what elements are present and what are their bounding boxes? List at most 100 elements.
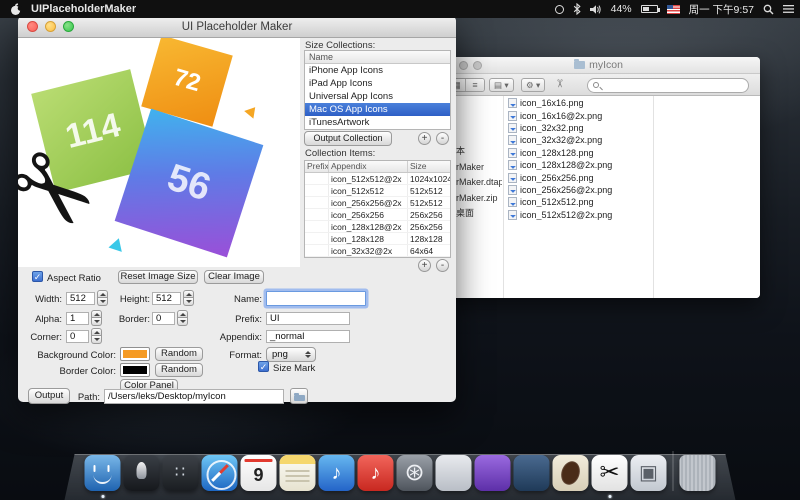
- notification-center-icon[interactable]: [783, 4, 794, 14]
- collection-item-row[interactable]: icon_256x256@2x512x512: [305, 197, 450, 209]
- size-column-header[interactable]: Size: [408, 161, 450, 172]
- remove-collection-button[interactable]: -: [436, 132, 449, 145]
- height-stepper[interactable]: [183, 290, 194, 306]
- active-app-menu[interactable]: UIPlaceholderMaker: [31, 3, 136, 15]
- gray-app-dock-icon[interactable]: [436, 455, 472, 491]
- finder-file-row[interactable]: icon_512x512.png: [504, 196, 653, 208]
- finder-column-item[interactable]: rMaker: [456, 160, 502, 175]
- safari-dock-icon[interactable]: [202, 455, 238, 491]
- border-stepper[interactable]: [177, 310, 188, 326]
- music-app-dock-icon[interactable]: ♪: [358, 455, 394, 491]
- finder-column-item[interactable]: 本: [456, 144, 502, 159]
- calendar-dock-icon[interactable]: 9: [241, 455, 277, 491]
- finder-file-row[interactable]: icon_16x16.png: [504, 97, 653, 109]
- add-item-button[interactable]: +: [418, 259, 431, 272]
- path-field[interactable]: /Users/leks/Desktop/myIcon: [104, 389, 284, 404]
- purple-app-dock-icon[interactable]: [475, 455, 511, 491]
- notes-dock-icon[interactable]: [280, 455, 316, 491]
- corner-stepper[interactable]: [91, 328, 102, 344]
- finder-file-row[interactable]: icon_256x256@2x.png: [504, 184, 653, 196]
- name-column-header[interactable]: Name: [305, 51, 450, 64]
- window-app-dock-icon[interactable]: ▣: [631, 455, 667, 491]
- border-color-well[interactable]: [120, 363, 150, 377]
- format-popup[interactable]: png: [266, 347, 316, 362]
- bluetooth-icon[interactable]: [573, 3, 581, 15]
- collection-item-row[interactable]: icon_128x128@2x256x256: [305, 221, 450, 233]
- size-collection-row[interactable]: iTunesArtwork: [305, 116, 450, 129]
- border-field[interactable]: 0: [152, 312, 175, 325]
- finder-dock-icon[interactable]: [85, 455, 121, 491]
- stepper-down-icon[interactable]: [91, 318, 102, 326]
- finder-file-row[interactable]: icon_512x512@2x.png: [504, 209, 653, 221]
- finder-file-row[interactable]: icon_256x256.png: [504, 171, 653, 183]
- stepper-up-icon[interactable]: [91, 310, 102, 318]
- collection-item-row[interactable]: icon_32x32@2x64x64: [305, 245, 450, 257]
- choose-folder-button[interactable]: [290, 388, 308, 404]
- finder-file-row[interactable]: icon_128x128.png: [504, 147, 653, 159]
- background-random-button[interactable]: Random: [155, 347, 203, 361]
- mission-control-dock-icon[interactable]: ∷: [163, 455, 199, 491]
- finder-window[interactable]: myIcon ▦≡ ▤ ▾ ⚙ ▾ ✂ 本rMakerrMaker.dtapir…: [437, 57, 760, 298]
- output-button[interactable]: Output: [28, 388, 70, 404]
- app-window[interactable]: UI Placeholder Maker 72 114 56 ✂ Size Co…: [18, 16, 456, 402]
- aspect-ratio-checkbox[interactable]: ✓: [32, 271, 43, 282]
- stepper-down-icon[interactable]: [91, 336, 102, 344]
- stepper-down-icon[interactable]: [97, 298, 108, 306]
- image-preview[interactable]: 72 114 56 ✂: [18, 38, 300, 267]
- size-collection-row[interactable]: Mac OS App Icons: [305, 103, 450, 116]
- size-collection-row[interactable]: iPad App Icons: [305, 77, 450, 90]
- height-field[interactable]: 512: [152, 292, 181, 305]
- border-random-button[interactable]: Random: [155, 363, 203, 377]
- prefix-column-header[interactable]: Prefix: [305, 161, 329, 172]
- collection-item-row[interactable]: icon_512x512512x512: [305, 185, 450, 197]
- blue-app-dock-icon[interactable]: [514, 455, 550, 491]
- apple-menu-icon[interactable]: [10, 3, 22, 16]
- collection-item-row[interactable]: icon_256x256256x256: [305, 209, 450, 221]
- stepper-down-icon[interactable]: [177, 318, 188, 326]
- stepper-up-icon[interactable]: [97, 290, 108, 298]
- stepper-up-icon[interactable]: [91, 328, 102, 336]
- finder-column-item[interactable]: rMaker.dtapi: [456, 175, 502, 190]
- coffee-bean-app-dock-icon[interactable]: [553, 455, 589, 491]
- status-circle-icon[interactable]: [555, 5, 564, 14]
- size-collection-row[interactable]: iPhone App Icons: [305, 64, 450, 77]
- size-mark-checkbox[interactable]: ✓: [258, 361, 269, 372]
- add-collection-button[interactable]: +: [418, 132, 431, 145]
- search-field[interactable]: [587, 78, 749, 93]
- system-preferences-dock-icon[interactable]: ⊛: [397, 455, 433, 491]
- finder-column-item[interactable]: rMaker.zip: [456, 191, 502, 206]
- output-collection-button[interactable]: Output Collection: [304, 131, 392, 146]
- itunes-dock-icon[interactable]: ♪: [319, 455, 355, 491]
- trash-dock-icon[interactable]: [680, 455, 716, 491]
- prefix-field[interactable]: UI: [266, 312, 350, 325]
- finder-titlebar[interactable]: myIcon: [437, 57, 760, 74]
- menu-clock[interactable]: 周一 下午9:57: [689, 2, 754, 17]
- finder-column-item[interactable]: 桌面: [456, 206, 502, 221]
- stepper-up-icon[interactable]: [177, 310, 188, 318]
- name-field[interactable]: [266, 291, 366, 306]
- spotlight-icon[interactable]: [763, 4, 774, 15]
- arrange-button[interactable]: ▤ ▾: [489, 78, 514, 92]
- app-titlebar[interactable]: UI Placeholder Maker: [18, 16, 456, 38]
- width-field[interactable]: 512: [66, 292, 95, 305]
- launchpad-dock-icon[interactable]: [124, 455, 160, 491]
- finder-file-row[interactable]: icon_32x32.png: [504, 122, 653, 134]
- appendix-field[interactable]: _normal: [266, 330, 350, 343]
- column-divider-2[interactable]: [653, 96, 654, 298]
- finder-file-row[interactable]: icon_16x16@2x.png: [504, 109, 653, 121]
- battery-icon[interactable]: [641, 5, 658, 13]
- remove-item-button[interactable]: -: [436, 259, 449, 272]
- battery-percent[interactable]: 44%: [611, 3, 632, 15]
- finder-file-row[interactable]: icon_32x32@2x.png: [504, 134, 653, 146]
- width-stepper[interactable]: [97, 290, 108, 306]
- reset-image-size-button[interactable]: Reset Image Size: [118, 270, 198, 284]
- action-gear-button[interactable]: ⚙ ▾: [521, 78, 545, 92]
- background-color-well[interactable]: [120, 347, 150, 361]
- scissors-toolbar-icon[interactable]: ✂: [553, 79, 566, 88]
- input-source-flag-icon[interactable]: [667, 5, 680, 14]
- finder-file-row[interactable]: icon_128x128@2x.png: [504, 159, 653, 171]
- corner-field[interactable]: 0: [66, 330, 89, 343]
- desktop[interactable]: myIcon ▦≡ ▤ ▾ ⚙ ▾ ✂ 本rMakerrMaker.dtapir…: [0, 0, 800, 500]
- collection-item-row[interactable]: icon_512x512@2x1024x1024: [305, 173, 450, 185]
- alpha-stepper[interactable]: [91, 310, 102, 326]
